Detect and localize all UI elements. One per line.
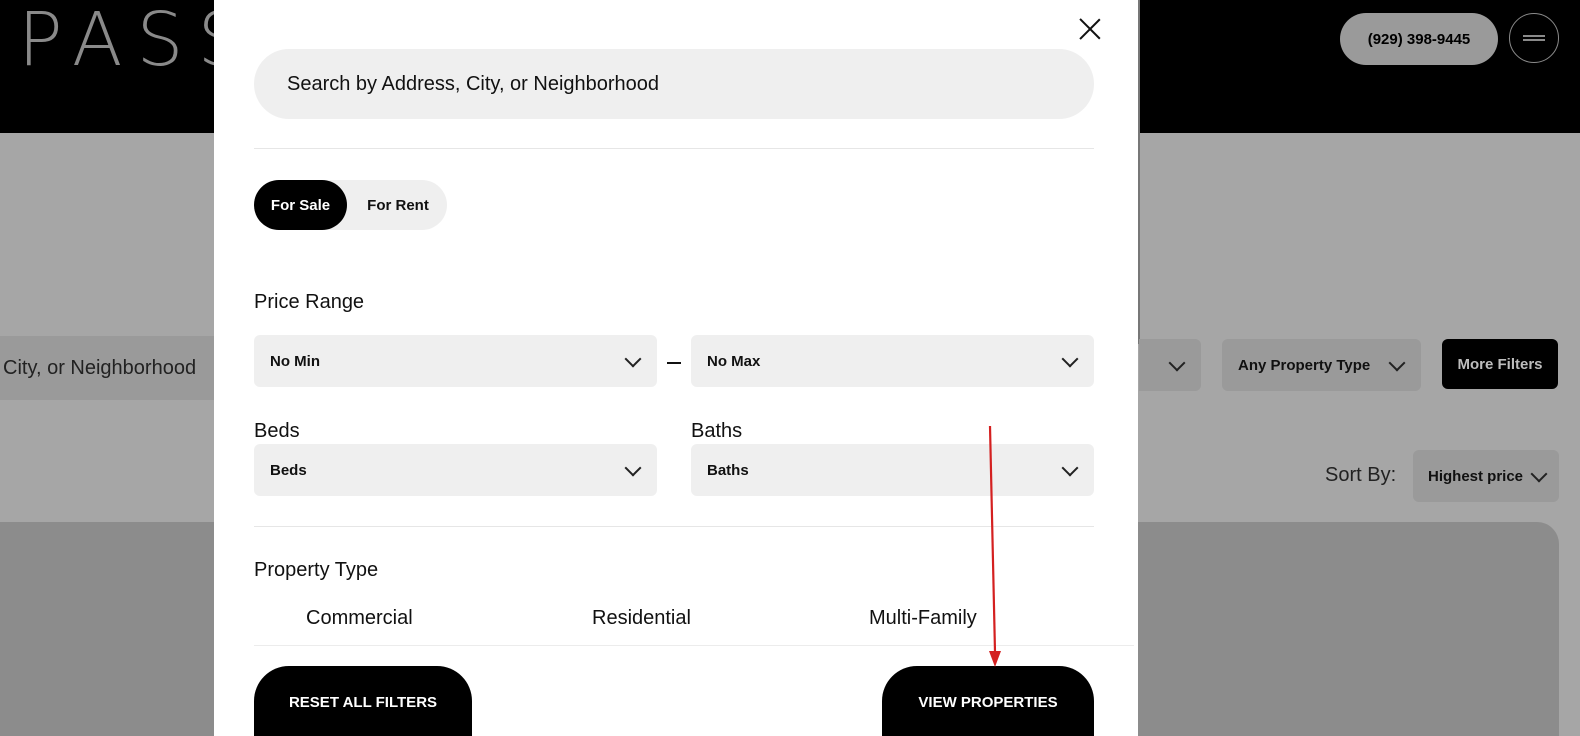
baths-label: Baths [691, 420, 743, 442]
price-min-select[interactable]: No Min [254, 335, 657, 387]
divider [254, 526, 1094, 527]
range-dash [667, 362, 681, 364]
background-search-field[interactable]: City, or Neighborhood [0, 336, 230, 400]
for-rent-tab[interactable]: For Rent [351, 180, 445, 230]
chevron-down-icon [624, 459, 642, 477]
price-range-label: Price Range [254, 291, 365, 313]
property-option-commercial[interactable]: Commercial [306, 607, 413, 630]
filters-modal: For Sale For Rent Price Range No Min No … [214, 0, 1138, 736]
beds-select[interactable]: Beds [254, 444, 657, 496]
reset-all-filters-button[interactable]: RESET ALL FILTERS [254, 666, 472, 736]
view-properties-button[interactable]: VIEW PROPERTIES [882, 666, 1094, 736]
beds-select-value: Beds [270, 461, 307, 479]
baths-select-value: Baths [707, 461, 749, 479]
phone-button[interactable]: (929) 398-9445 [1340, 13, 1498, 65]
beds-label: Beds [254, 420, 300, 442]
chevron-down-icon [624, 350, 642, 368]
listing-type-toggle: For Sale For Rent [254, 180, 447, 230]
more-filters-button[interactable]: More Filters [1442, 339, 1558, 389]
property-type-label: Property Type [254, 559, 379, 581]
footer-divider [254, 645, 1134, 646]
menu-button[interactable] [1509, 13, 1559, 63]
divider [254, 148, 1094, 149]
sort-label: Sort By: [1325, 464, 1397, 486]
property-type-select[interactable]: Any Property Type [1222, 339, 1421, 391]
search-input[interactable] [254, 49, 1094, 119]
chevron-down-icon [1530, 465, 1548, 483]
baths-select[interactable]: Baths [691, 444, 1094, 496]
sort-select-value: Highest price [1428, 467, 1524, 485]
chevron-down-icon [1168, 354, 1186, 372]
property-type-select-label: Any Property Type [1238, 356, 1371, 374]
sort-select[interactable]: Highest price [1413, 450, 1559, 502]
chevron-down-icon [1388, 354, 1406, 372]
price-min-value: No Min [270, 352, 320, 370]
chevron-down-icon [1061, 350, 1079, 368]
hamburger-icon [1523, 35, 1545, 41]
for-sale-tab[interactable]: For Sale [254, 180, 347, 230]
property-option-residential[interactable]: Residential [592, 607, 691, 630]
price-max-select[interactable]: No Max [691, 335, 1094, 387]
property-option-multi-family[interactable]: Multi-Family [869, 607, 977, 630]
background-select[interactable] [1139, 339, 1201, 391]
price-max-value: No Max [707, 352, 761, 370]
chevron-down-icon [1061, 459, 1079, 477]
close-icon[interactable] [1078, 17, 1102, 41]
